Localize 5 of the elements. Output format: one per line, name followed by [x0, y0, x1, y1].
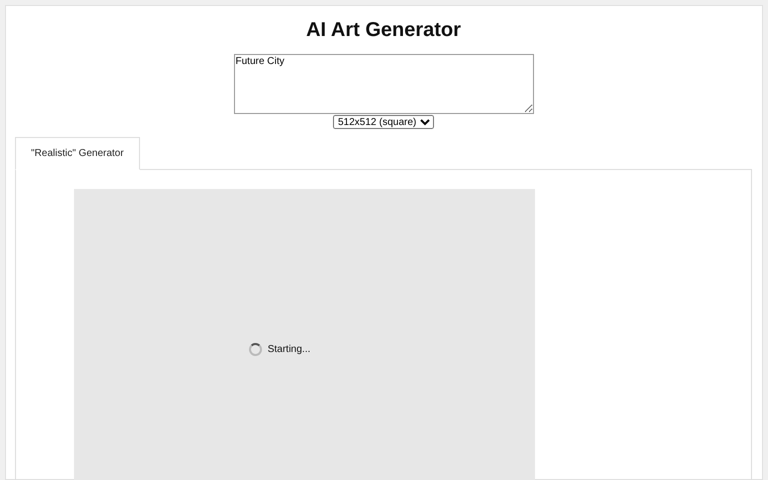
page-title: AI Art Generator: [305, 18, 462, 42]
prompt-field[interactable]: Future City: [234, 54, 534, 114]
size-select[interactable]: 512x512 (square): [333, 115, 434, 129]
generator-tab[interactable]: "Realistic" Generator: [15, 137, 140, 170]
status-text: Starting...: [268, 344, 310, 354]
